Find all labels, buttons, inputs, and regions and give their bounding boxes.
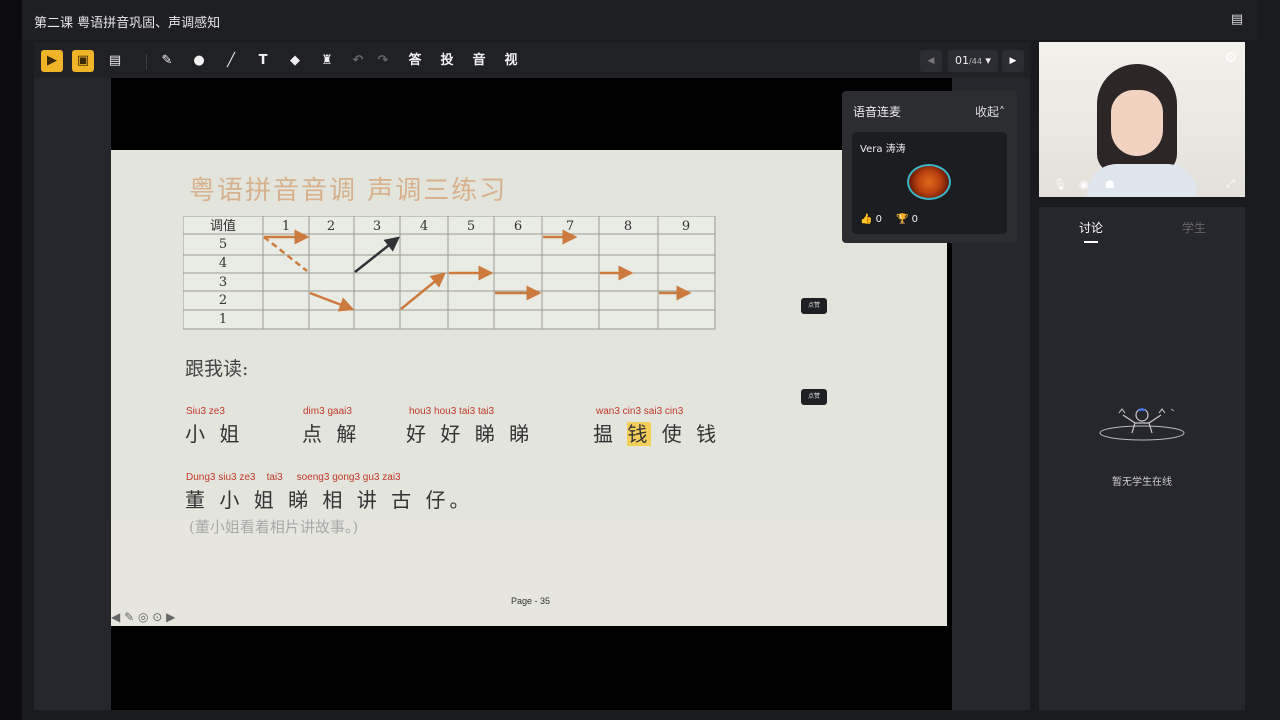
tab-students[interactable]: 学生: [1182, 219, 1206, 236]
word-4-hanzi-post: 使 钱: [651, 422, 721, 446]
slide: 粤语拼音音调 声调三练习 调值 1 2 3 4 5 6 7 8 9 5 4 3 …: [111, 150, 947, 626]
table-header-3: 3: [373, 219, 381, 234]
slide-next-icon[interactable]: ▶: [166, 610, 175, 624]
expand-icon[interactable]: ⤢: [1226, 177, 1235, 191]
voice-collapse-button[interactable]: 收起˄: [975, 103, 1005, 120]
sentence-pinyin: Dung3 siu3 ze3 tai3 soeng3 gong3 gu3 zai…: [186, 472, 401, 483]
table-header-6: 6: [514, 219, 522, 234]
slide-prev-icon[interactable]: ◀: [111, 610, 120, 624]
word-3-pinyin: hou3 hou3 tai3 tai3: [409, 406, 495, 417]
empty-students-text: 暂无学生在线: [1112, 477, 1172, 488]
word-4-hanzi-pre: 揾: [593, 422, 628, 446]
answer-tool-button[interactable]: 答: [404, 50, 426, 72]
follow-me-label: 跟我读:: [185, 358, 249, 380]
slide-pen-icon[interactable]: ✎: [124, 610, 134, 624]
window-title: 第二课 粤语拼音巩固、声调感知: [34, 16, 221, 31]
participant-avatar: [907, 164, 951, 200]
table-row-3: 3: [219, 275, 227, 290]
slide-menu-icon[interactable]: ◎: [138, 610, 148, 624]
toolbar: ▶ ▣ ▤ ✎ ● ╱ T ◆ ♜ ↶ ↷ 答 投 音 视 ◀ 01/44 ▾ …: [34, 42, 1030, 78]
slide-page-number: Page - 35: [511, 596, 551, 606]
left-edge: [0, 0, 22, 720]
table-header-8: 8: [624, 219, 632, 234]
like-stamp-2[interactable]: 点赞: [801, 389, 827, 405]
prev-page-button[interactable]: ◀: [920, 50, 942, 72]
vote-tool-button[interactable]: 投: [436, 50, 458, 72]
titlebar: 第二课 粤语拼音巩固、声调感知 ▤: [22, 0, 1258, 40]
word-1-pinyin: Siu3 ze3: [186, 406, 225, 417]
stamp-tool-button[interactable]: ♜: [316, 50, 338, 72]
participant-name: Vera 涛涛: [860, 144, 906, 155]
redo-tool-button[interactable]: ↷: [372, 50, 394, 72]
tab-active-indicator: [1084, 241, 1098, 243]
word-1-hanzi: 小 姐: [185, 422, 244, 446]
chat-panel: 讨论 学生 暂无学生在线: [1039, 207, 1245, 710]
thumbs-up-icon: 👍: [860, 214, 873, 225]
classroom-app: 第二课 粤语拼音巩固、声调感知 ▤ ▶ ▣ ▤ ✎ ● ╱ T ◆ ♜ ↶ ↷ …: [0, 0, 1280, 720]
shape-tool-button[interactable]: ●: [188, 50, 210, 72]
voice-chat-title: 语音连麦: [853, 105, 902, 119]
ppt-tool-button[interactable]: ▶: [41, 50, 63, 72]
slide-more-icon[interactable]: ⊙: [152, 610, 162, 624]
sentence-translation: (董小姐看着相片讲故事。): [189, 518, 359, 536]
word-4-pinyin: wan3 cin3 sai3 cin3: [596, 406, 684, 417]
gear-icon[interactable]: ⚙: [1224, 50, 1237, 66]
table-header-9: 9: [682, 219, 690, 234]
table-row-1: 1: [219, 312, 227, 327]
next-page-button[interactable]: ▶: [1002, 50, 1024, 72]
trophy-count: 🏆 0: [896, 214, 919, 225]
table-header-4: 4: [420, 219, 428, 234]
sentence-hanzi: 董 小 姐 睇 相 讲 古 仔。: [185, 488, 474, 512]
word-3-hanzi: 好 好 睇 睇: [406, 422, 534, 446]
table-header-5: 5: [467, 219, 475, 234]
table-row-4: 4: [219, 256, 227, 271]
pen-tool-button[interactable]: ✎: [156, 50, 178, 72]
user-icon[interactable]: ☗: [1105, 178, 1115, 191]
camera-icon[interactable]: ◉: [1079, 178, 1089, 191]
like-stamp-1[interactable]: 点赞: [801, 298, 827, 314]
voice-participant-card: Vera 涛涛 👍 0 🏆 0: [852, 132, 1007, 234]
toolbar-divider: [146, 54, 147, 70]
line-tool-button[interactable]: ╱: [220, 50, 242, 72]
tone-table: 调值 1 2 3 4 5 6 7 8 9 5 4 3 2 1: [183, 216, 716, 330]
word-4-hanzi: 揾 钱 使 钱: [593, 418, 720, 447]
undo-tool-button[interactable]: ↶: [347, 50, 369, 72]
table-header-7: 7: [566, 219, 574, 234]
word-2-pinyin: dim3 gaai3: [303, 406, 352, 417]
chevron-up-icon: ˄: [999, 105, 1005, 119]
trophy-icon: 🏆: [896, 214, 909, 225]
page-current: 01: [955, 54, 970, 67]
page-total: /44: [969, 57, 982, 66]
table-row-2: 2: [219, 293, 227, 308]
tab-discussion[interactable]: 讨论: [1079, 219, 1103, 236]
teacher-video: ⚙ 🎙 ◉ ☗ ⤢: [1039, 42, 1245, 197]
print-icon[interactable]: ▤: [1228, 11, 1246, 29]
word-4-hanzi-highlight: 钱: [627, 422, 652, 446]
table-header-0: 调值: [210, 218, 236, 234]
empty-students-icon: [1099, 408, 1185, 441]
page-indicator[interactable]: 01/44 ▾: [948, 50, 998, 72]
eraser-tool-button[interactable]: ◆: [284, 50, 306, 72]
word-2-hanzi: 点 解: [302, 422, 361, 446]
whiteboard-tool-button[interactable]: ▤: [104, 50, 126, 72]
table-header-1: 1: [282, 219, 290, 234]
voice-chat-panel: 语音连麦 收起˄ Vera 涛涛 👍 0 🏆 0: [842, 91, 1017, 243]
screen-share-tool-button[interactable]: ▣: [72, 50, 94, 72]
slide-controls: ◀ ✎ ◎ ⊙ ▶: [111, 610, 211, 626]
audio-tool-button[interactable]: 音: [468, 50, 490, 72]
slide-title: 粤语拼音音调 声调三练习: [189, 176, 508, 206]
likes-count: 👍 0: [860, 214, 883, 225]
video-tool-button[interactable]: 视: [500, 50, 522, 72]
table-header-2: 2: [327, 219, 335, 234]
mic-icon[interactable]: 🎙: [1053, 178, 1067, 191]
table-row-5: 5: [219, 237, 227, 252]
text-tool-button[interactable]: T: [252, 50, 274, 72]
